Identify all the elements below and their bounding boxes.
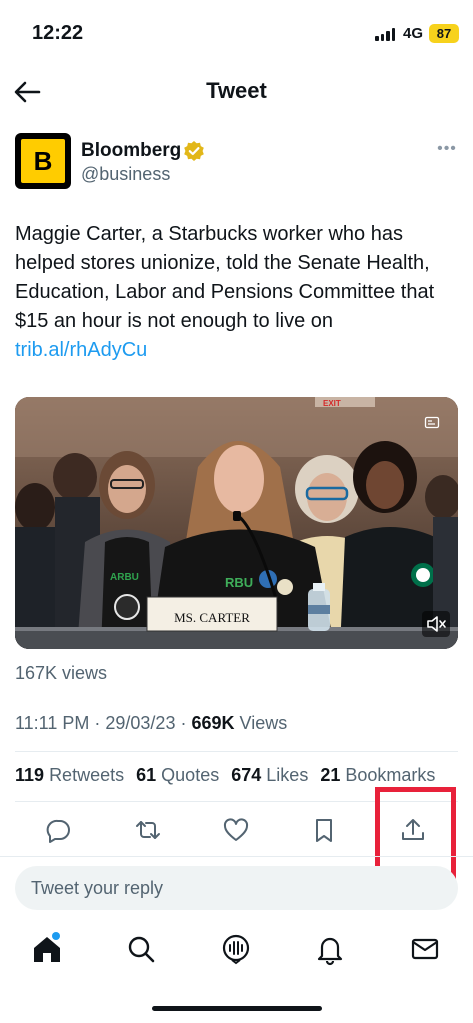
retweet-icon [136,821,160,839]
nameplate-text: MS. CARTER [174,610,250,625]
notifications-icon [317,937,343,966]
bookmark-icon [316,819,332,842]
home-indicator [152,1006,322,1011]
tweet-video[interactable]: EXIT ARBU RBU MS. CARTER [15,397,458,649]
quotes-stat[interactable]: 61 Quotes [136,765,219,785]
divider [15,751,458,752]
bookmark-button[interactable] [308,814,340,846]
author-handle[interactable]: @business [81,164,170,185]
svg-text:ARBU: ARBU [110,572,139,583]
bookmarks-stat[interactable]: 21 Bookmarks [320,765,435,785]
status-time: 12:22 [32,22,84,44]
verified-badge-icon [184,141,204,161]
mute-icon [427,616,446,632]
signal-icon [375,27,395,41]
video-frame: EXIT ARBU RBU MS. CARTER [15,397,458,649]
tab-spaces[interactable] [219,932,253,966]
video-views: 167K views [15,663,108,683]
network-type: 4G [403,25,424,42]
more-options-icon[interactable]: ••• [435,137,459,161]
like-button[interactable] [220,814,252,846]
tweet-date: 29/03/23 [105,713,176,733]
tweet-time: 11:11 PM [15,713,90,733]
author-name[interactable]: Bloomberg [81,140,181,162]
spaces-icon [222,934,250,965]
mute-button[interactable] [422,611,450,637]
captions-icon[interactable] [424,415,440,431]
tweet-views-count[interactable]: 669K [191,713,234,733]
avatar-letter: B [21,139,65,183]
tweet-stats: 119 Retweets 61 Quotes 674 Likes 21 Book… [15,765,442,786]
like-icon [223,818,249,841]
tweet-body: Maggie Carter, a Starbucks worker who ha… [15,223,435,332]
reply-icon [46,819,70,843]
tweet-views-label: Views [239,713,288,733]
video-shirt-text: RBU [225,575,253,590]
battery-indicator: 87 [429,24,459,43]
retweets-stat[interactable]: 119 Retweets [15,765,124,785]
divider [0,856,473,857]
tab-search[interactable] [124,932,158,966]
tab-notifications[interactable] [313,932,347,966]
retweet-button[interactable] [132,814,164,846]
tweet-author: B Bloomberg @business ••• [15,133,460,193]
search-icon [128,936,155,963]
page-title: Tweet [206,78,267,103]
avatar[interactable]: B [15,133,71,189]
reply-input[interactable] [15,866,458,910]
tab-messages[interactable] [408,932,442,966]
tweet-text: Maggie Carter, a Starbucks worker who ha… [15,220,460,365]
reply-button[interactable] [43,814,75,846]
tweet-meta: 11:11 PM · 29/03/23 · 669K Views [15,713,288,733]
header: Tweet [0,68,473,116]
likes-stat[interactable]: 674 Likes [231,765,308,785]
bottom-tab-bar [0,920,473,980]
messages-icon [411,938,439,960]
home-notification-dot [52,932,60,940]
status-bar: 12:22 4G 87 [0,0,473,68]
tweet-link[interactable]: trib.al/rhAdyCu [15,339,147,361]
exit-sign: EXIT [323,399,341,408]
